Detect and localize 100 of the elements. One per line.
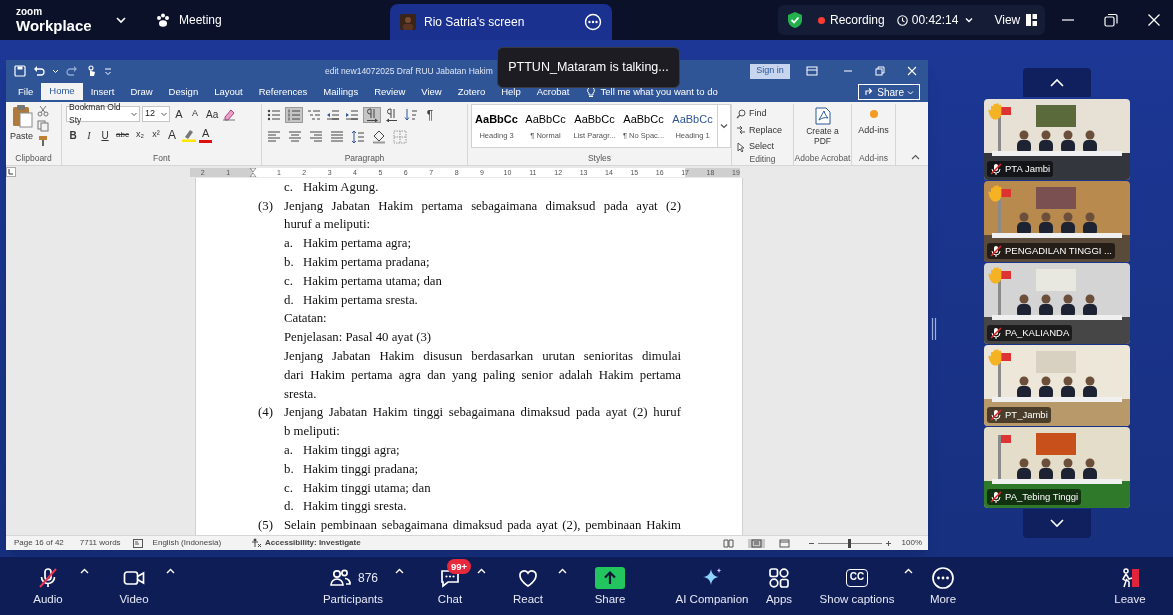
web-layout-icon[interactable] [778, 538, 790, 548]
undo-icon[interactable] [33, 65, 45, 77]
bold-button[interactable]: B [66, 127, 80, 143]
leave-button[interactable]: Leave [1108, 561, 1152, 611]
underline-button[interactable]: U [98, 127, 112, 143]
ribbon-tab[interactable]: Zotero [449, 83, 494, 102]
meeting-label[interactable]: Meeting [179, 11, 222, 29]
multilevel-list-icon[interactable] [307, 108, 321, 122]
search-icon[interactable] [736, 108, 746, 119]
highlighter-icon[interactable] [180, 128, 197, 142]
more-styles-icon[interactable] [720, 122, 728, 130]
sign-in-button[interactable]: Sign in [750, 63, 790, 79]
decrease-indent-icon[interactable] [326, 108, 340, 122]
scissors-icon[interactable] [37, 105, 49, 117]
create-pdf-button[interactable]: Create a PDF [801, 126, 844, 146]
ribbon-tab[interactable]: Review [366, 83, 414, 102]
replace-button[interactable]: Replace [749, 123, 783, 137]
close-icon[interactable] [906, 65, 918, 77]
superscript-button[interactable]: x² [148, 127, 163, 143]
page-count[interactable]: Page 16 of 42 [14, 537, 64, 549]
indent-marker-icon[interactable] [249, 167, 258, 177]
caret-up-icon[interactable] [165, 568, 175, 574]
zoom-in-icon[interactable] [884, 539, 892, 547]
caret-up-icon[interactable] [903, 568, 913, 574]
clear-formatting-icon[interactable] [222, 107, 237, 121]
more-icon[interactable] [584, 13, 602, 31]
chevron-up-icon[interactable] [1050, 78, 1064, 87]
find-button[interactable]: Find [749, 107, 767, 121]
pdf-icon[interactable] [814, 107, 831, 125]
paste-icon[interactable] [10, 104, 33, 128]
restore-icon[interactable] [1104, 13, 1118, 27]
shrink-font-button[interactable]: A [188, 106, 202, 122]
line-spacing-icon[interactable] [351, 130, 365, 144]
resize-handle[interactable] [931, 318, 937, 340]
view-button[interactable]: View [994, 11, 1021, 29]
caret-up-icon[interactable] [476, 568, 486, 574]
ribbon-tab[interactable]: Design [160, 83, 207, 102]
format-painter-icon[interactable] [37, 135, 49, 147]
audio-button[interactable]: Audio [18, 561, 78, 611]
ribbon-tab[interactable]: Draw [122, 83, 161, 102]
chevron-down-icon[interactable] [1050, 519, 1064, 528]
apps-button[interactable]: Apps [762, 561, 796, 611]
save-icon[interactable] [14, 65, 26, 77]
ai-companion-button[interactable]: AI Companion [662, 561, 762, 611]
caret-up-icon[interactable] [394, 568, 404, 574]
react-button[interactable]: React [500, 561, 556, 611]
replace-icon[interactable] [736, 125, 746, 136]
add-ins-button[interactable]: Add-ins [858, 124, 889, 138]
language-status[interactable]: English (Indonesia) [152, 537, 222, 549]
add-ins-dot-icon[interactable] [869, 110, 878, 118]
shading-icon[interactable] [372, 130, 386, 144]
show-formatting-button[interactable]: ¶ [422, 107, 438, 123]
cursor-icon[interactable] [736, 141, 746, 152]
collapse-ribbon-icon[interactable] [911, 153, 920, 162]
participants-button[interactable]: 876 Participants [313, 561, 393, 611]
close-icon[interactable] [1147, 13, 1161, 27]
ribbon-tab[interactable]: Home [41, 83, 83, 102]
ribbon-tab[interactable]: Mailings [315, 83, 367, 102]
accessibility-status[interactable]: Accessibility: Investigate [265, 537, 361, 549]
redo-icon[interactable] [66, 65, 78, 77]
word-count[interactable]: 7711 words [79, 537, 121, 549]
ribbon-tab[interactable]: View [413, 83, 450, 102]
chat-button[interactable]: 99+ Chat [425, 561, 475, 611]
more-button[interactable]: More [923, 561, 963, 611]
customize-icon[interactable] [104, 65, 112, 77]
tab-selector-icon[interactable] [6, 167, 16, 177]
read-mode-icon[interactable] [722, 538, 734, 548]
paste-button[interactable]: Paste [10, 130, 33, 144]
video-button[interactable]: Video [104, 561, 164, 611]
caret-up-icon[interactable] [557, 568, 567, 574]
caret-up-icon[interactable] [79, 568, 89, 574]
italic-button[interactable]: I [82, 127, 96, 143]
share-button[interactable]: Share [580, 561, 640, 611]
select-button[interactable]: Select [749, 140, 774, 154]
ribbon-tab[interactable]: Insert [82, 83, 123, 102]
change-case-button[interactable]: Aa [204, 106, 221, 122]
zoom-slider[interactable] [817, 538, 882, 548]
font-size-field[interactable]: 12 [142, 106, 170, 122]
grow-font-button[interactable]: A [172, 106, 186, 122]
share-button[interactable]: Share [858, 84, 920, 100]
caret-down-icon[interactable] [964, 15, 975, 25]
strikethrough-button[interactable]: abc [114, 127, 131, 143]
grid-icon[interactable] [1026, 14, 1038, 26]
proofing-icon[interactable] [132, 538, 143, 548]
bullet-list-icon[interactable] [267, 108, 281, 122]
ribbon-tab[interactable]: Layout [206, 83, 251, 102]
chevron-down-icon[interactable] [115, 14, 127, 26]
ribbon-tab[interactable]: References [250, 83, 316, 102]
increase-indent-icon[interactable] [345, 108, 359, 122]
sort-icon[interactable] [404, 108, 418, 122]
screen-share-tab[interactable]: Rio Satria's screen [390, 4, 612, 40]
captions-button[interactable]: CC Show captions [812, 561, 902, 611]
text-effects-button[interactable]: A [164, 127, 179, 143]
font-color-button[interactable]: A [198, 127, 213, 143]
ribbon-tab[interactable]: File [10, 83, 42, 102]
copy-icon[interactable] [37, 120, 49, 132]
zoom-percent[interactable]: 100% [901, 537, 922, 549]
print-layout-icon[interactable] [750, 538, 762, 548]
ribbon-display-icon[interactable] [806, 65, 818, 77]
right-to-left-icon[interactable] [385, 108, 399, 122]
